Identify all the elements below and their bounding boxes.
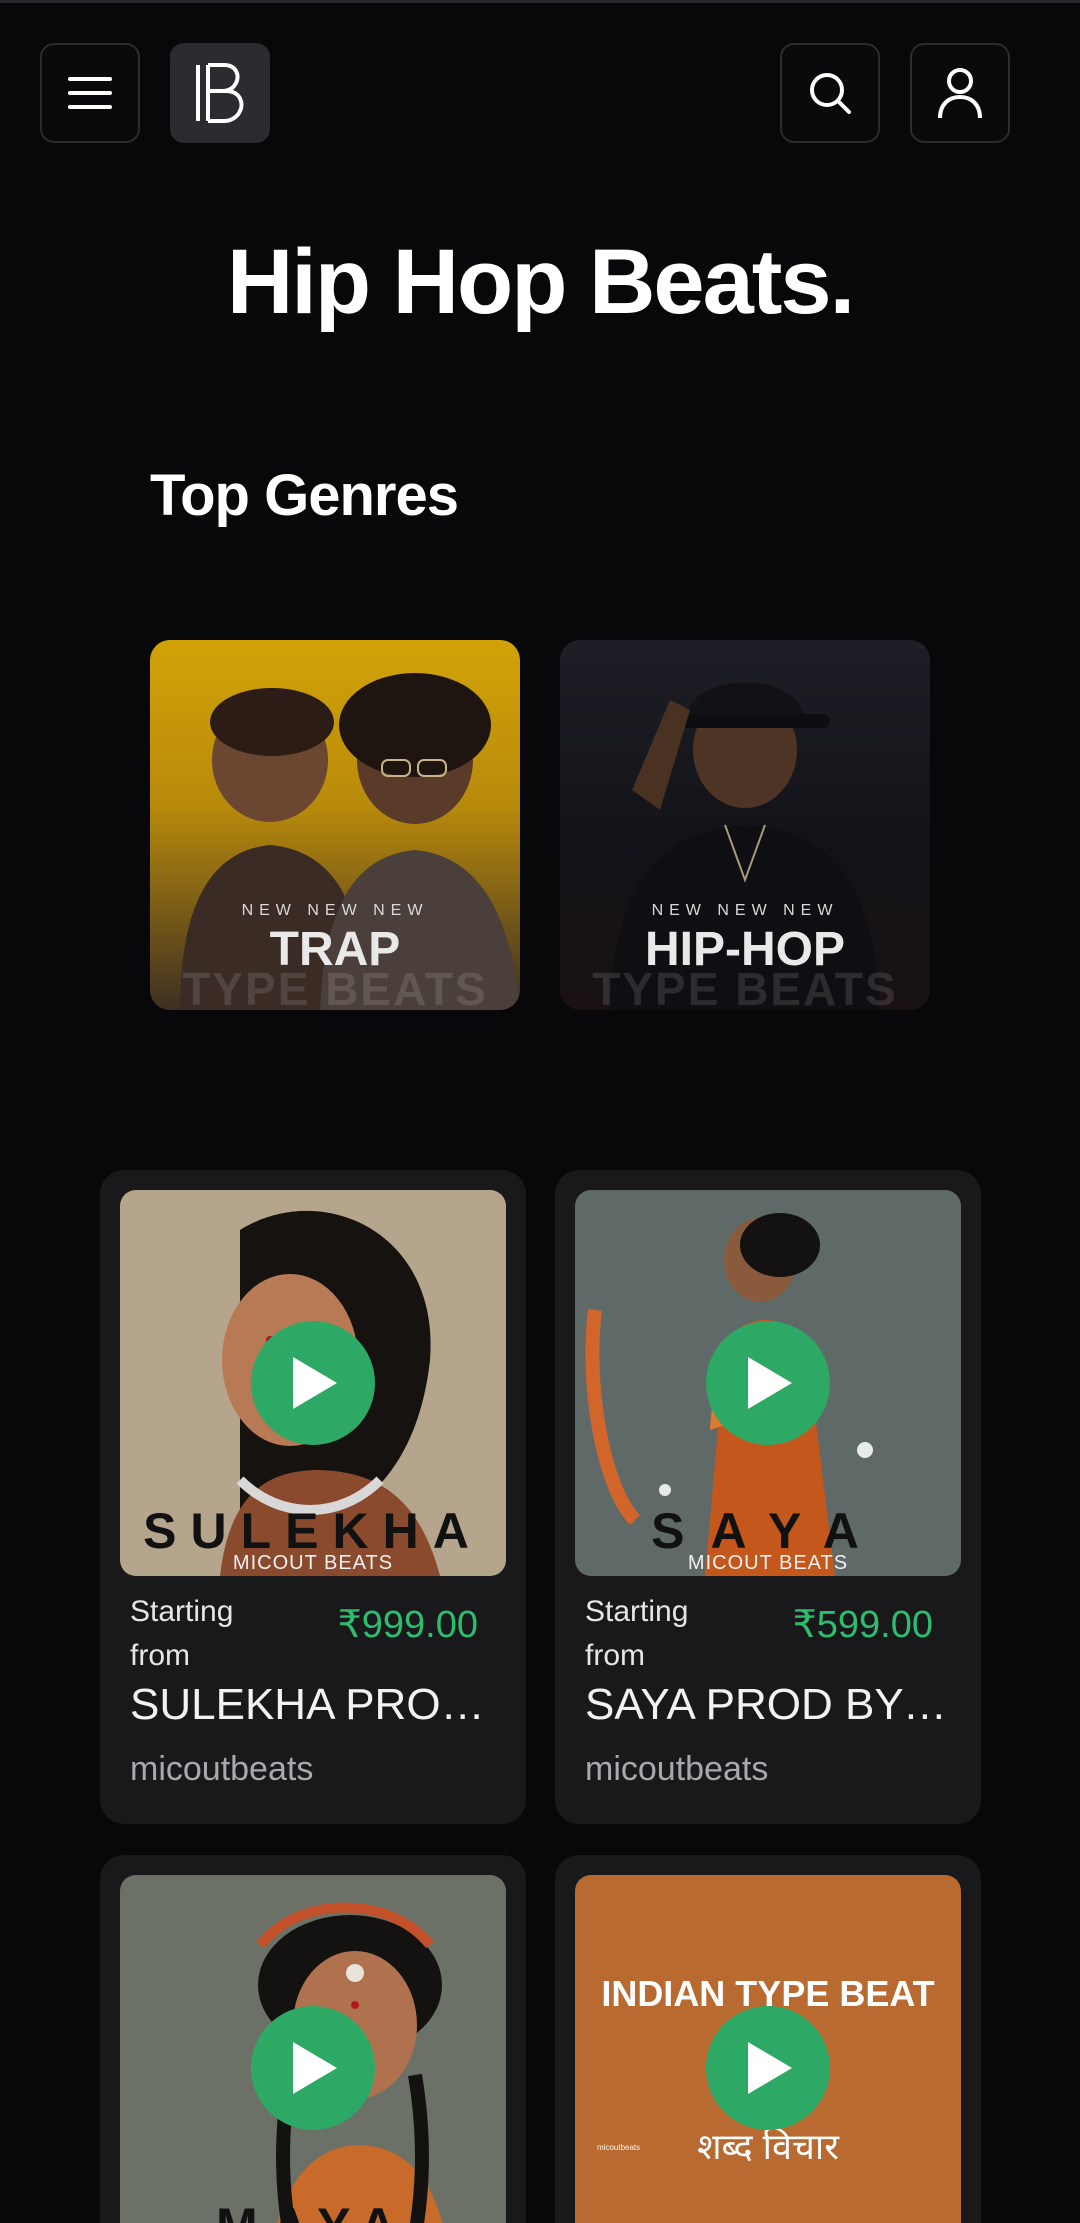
beat-author[interactable]: micoutbeats — [130, 1750, 313, 1789]
beat-title[interactable]: SULEKHA PROD BY MICOUT BEATS — [130, 1680, 500, 1730]
beat-card[interactable]: SULEKHA MICOUT BEATS Starting from ₹999.… — [100, 1170, 526, 1824]
play-button[interactable] — [251, 2006, 375, 2130]
brand-b-logo-icon — [196, 63, 244, 123]
search-button[interactable] — [780, 43, 880, 143]
beat-title[interactable]: SAYA PROD BY MICOUT BEATS — [585, 1680, 955, 1730]
top-genres-heading: Top Genres — [150, 463, 459, 528]
cover-title: MAYA — [120, 2197, 506, 2223]
page-title: Hip Hop Beats. — [226, 231, 855, 333]
price-label: Starting from — [585, 1595, 689, 1672]
status-divider — [0, 0, 1080, 3]
play-icon — [748, 1357, 792, 1409]
price-value: ₹599.00 — [792, 1604, 933, 1646]
genre-card-hiphop[interactable]: TYPE BEATS NEW NEW NEW HIP-HOP — [560, 640, 930, 1010]
price-value: ₹999.00 — [337, 1604, 478, 1646]
play-button[interactable] — [251, 1321, 375, 1445]
beat-card[interactable]: SAYA MICOUT BEATS Starting from ₹599.00 … — [555, 1170, 981, 1824]
beat-cover[interactable]: MAYA — [120, 1875, 506, 2223]
page: Hip Hop Beats. Top Genres TYPE BEATS NEW… — [0, 0, 1080, 2223]
beat-cover[interactable]: SULEKHA MICOUT BEATS — [120, 1190, 506, 1576]
beat-cover[interactable]: INDIAN TYPE BEAT micoutbeats शब्द विचार — [575, 1875, 961, 2223]
play-button[interactable] — [706, 2006, 830, 2130]
hamburger-menu-icon — [68, 77, 112, 109]
cover-subtitle: MICOUT BEATS — [232, 1552, 394, 1574]
beat-author[interactable]: micoutbeats — [585, 1750, 768, 1789]
play-button[interactable] — [706, 1321, 830, 1445]
search-icon — [810, 73, 851, 114]
genre-name-trap: TRAP — [269, 923, 401, 976]
beat-card[interactable]: INDIAN TYPE BEAT micoutbeats शब्द विचार — [555, 1855, 981, 2223]
genre-overline: NEW NEW NEW — [241, 902, 429, 919]
play-icon — [748, 2042, 792, 2094]
genre-name-hiphop: HIP-HOP — [644, 923, 845, 976]
play-icon — [293, 2042, 337, 2094]
genre-overline: NEW NEW NEW — [651, 902, 839, 919]
beat-card[interactable]: MAYA — [100, 1855, 526, 2223]
account-button[interactable] — [910, 43, 1010, 143]
cover-subtitle: MICOUT BEATS — [687, 1552, 849, 1574]
brand-logo-button[interactable] — [170, 43, 270, 143]
play-icon — [293, 1357, 337, 1409]
menu-button[interactable] — [40, 43, 140, 143]
beat-cover[interactable]: SAYA MICOUT BEATS — [575, 1190, 961, 1576]
price-label: Starting from — [130, 1595, 234, 1672]
genre-card-trap[interactable]: TYPE BEATS NEW NEW NEW TRAP — [150, 640, 520, 1010]
user-icon — [938, 68, 982, 119]
